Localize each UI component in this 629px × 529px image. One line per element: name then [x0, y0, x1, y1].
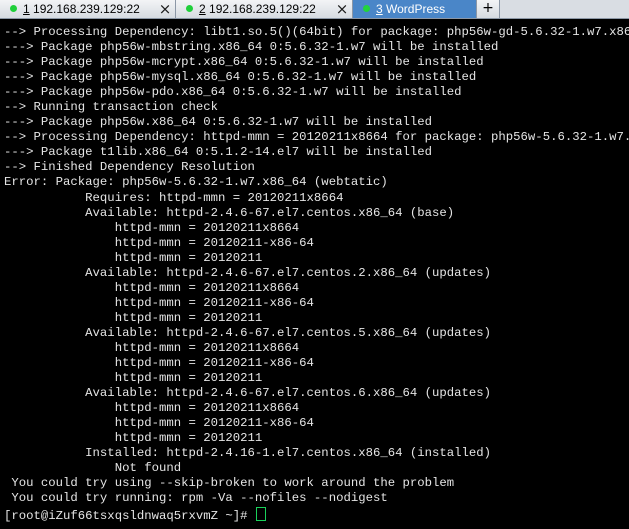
- tab-label: 1 192.168.239.129:22: [23, 1, 140, 17]
- tab-title: WordPress: [382, 2, 446, 16]
- terminal-line: ---> Package php56w.x86_64 0:5.6.32-1.w7…: [4, 115, 433, 130]
- terminal-line: Installed: httpd-2.4.16-1.el7.centos.x86…: [4, 446, 492, 461]
- tab-session-2[interactable]: 2 192.168.239.129:22: [176, 0, 353, 18]
- new-tab-button[interactable]: +: [477, 0, 500, 18]
- terminal-line: httpd-mmn = 20120211x8664: [4, 280, 300, 295]
- terminal-line: httpd-mmn = 20120211-x86-64: [4, 356, 314, 371]
- terminal-line: httpd-mmn = 20120211: [4, 310, 263, 325]
- tab-session-1[interactable]: 1 192.168.239.129:22: [0, 0, 176, 18]
- terminal-line: Available: httpd-2.4.6-67.el7.centos.2.x…: [4, 265, 492, 280]
- terminal-line: httpd-mmn = 20120211x8664: [4, 401, 300, 416]
- terminal-line: You could try running: rpm -Va --nofiles…: [4, 491, 388, 506]
- cursor-icon: [255, 506, 266, 521]
- terminal-output[interactable]: --> Processing Dependency: libt1.so.5()(…: [0, 25, 629, 529]
- terminal-line: Available: httpd-2.4.6-67.el7.centos.5.x…: [4, 325, 492, 340]
- terminal-line: Not found: [4, 461, 182, 476]
- terminal-line: ---> Package php56w-mysql.x86_64 0:5.6.3…: [4, 70, 477, 85]
- tab-label: 2 192.168.239.129:22: [199, 1, 316, 17]
- terminal-line: Available: httpd-2.4.6-67.el7.centos.6.x…: [4, 386, 492, 401]
- tab-title: 192.168.239.129:22: [29, 2, 140, 16]
- terminal-line: ---> Package php56w-pdo.x86_64 0:5.6.32-…: [4, 85, 462, 100]
- terminal-line: httpd-mmn = 20120211: [4, 371, 263, 386]
- terminal-line: httpd-mmn = 20120211: [4, 250, 263, 265]
- tab-session-3-active[interactable]: 3 WordPress: [353, 0, 477, 18]
- terminal-line: --> Processing Dependency: httpd-mmn = 2…: [4, 130, 629, 145]
- terminal-line: Available: httpd-2.4.6-67.el7.centos.x86…: [4, 205, 455, 220]
- prompt-line[interactable]: [root@iZuf66tsxqsldnwaq5rxvmZ ~]#: [4, 506, 629, 523]
- terminal-line: httpd-mmn = 20120211-x86-64: [4, 416, 314, 431]
- terminal-line: --> Finished Dependency Resolution: [4, 160, 255, 175]
- tab-label: 3 WordPress: [376, 1, 445, 17]
- terminal-line: Error: Package: php56w-5.6.32-1.w7.x86_6…: [4, 175, 388, 190]
- terminal-line: ---> Package t1lib.x86_64 0:5.1.2-14.el7…: [4, 145, 433, 160]
- terminal-line: ---> Package php56w-mcrypt.x86_64 0:5.6.…: [4, 55, 484, 70]
- terminal-line: ---> Package php56w-mbstring.x86_64 0:5.…: [4, 40, 499, 55]
- tab-number: 1: [23, 2, 30, 16]
- terminal-window: 1 192.168.239.129:22 × 2 192.168.239.129…: [0, 0, 629, 529]
- terminal-line: httpd-mmn = 20120211-x86-64: [4, 295, 314, 310]
- terminal-line: httpd-mmn = 20120211x8664: [4, 220, 300, 235]
- terminal-line: httpd-mmn = 20120211: [4, 431, 263, 446]
- connected-status-icon: [10, 5, 17, 12]
- terminal-line: httpd-mmn = 20120211x8664: [4, 340, 300, 355]
- terminal-line: --> Processing Dependency: libt1.so.5()(…: [4, 25, 629, 39]
- terminal-line: --> Running transaction check: [4, 100, 219, 115]
- connected-status-icon: [186, 5, 193, 12]
- tab-number: 3: [376, 2, 383, 16]
- close-tab-2-icon[interactable]: ×: [335, 2, 349, 17]
- terminal-line: You could try using --skip-broken to wor…: [4, 476, 455, 491]
- tab-number: 2: [199, 2, 206, 16]
- terminal-line: httpd-mmn = 20120211-x86-64: [4, 235, 314, 250]
- shell-prompt: [root@iZuf66tsxqsldnwaq5rxvmZ ~]#: [4, 508, 255, 523]
- tab-bar: 1 192.168.239.129:22 × 2 192.168.239.129…: [0, 0, 629, 19]
- close-tab-1-icon[interactable]: ×: [158, 2, 172, 17]
- connected-status-icon: [363, 5, 370, 12]
- tab-title: 192.168.239.129:22: [205, 2, 316, 16]
- terminal-line: Requires: httpd-mmn = 20120211x8664: [4, 190, 344, 205]
